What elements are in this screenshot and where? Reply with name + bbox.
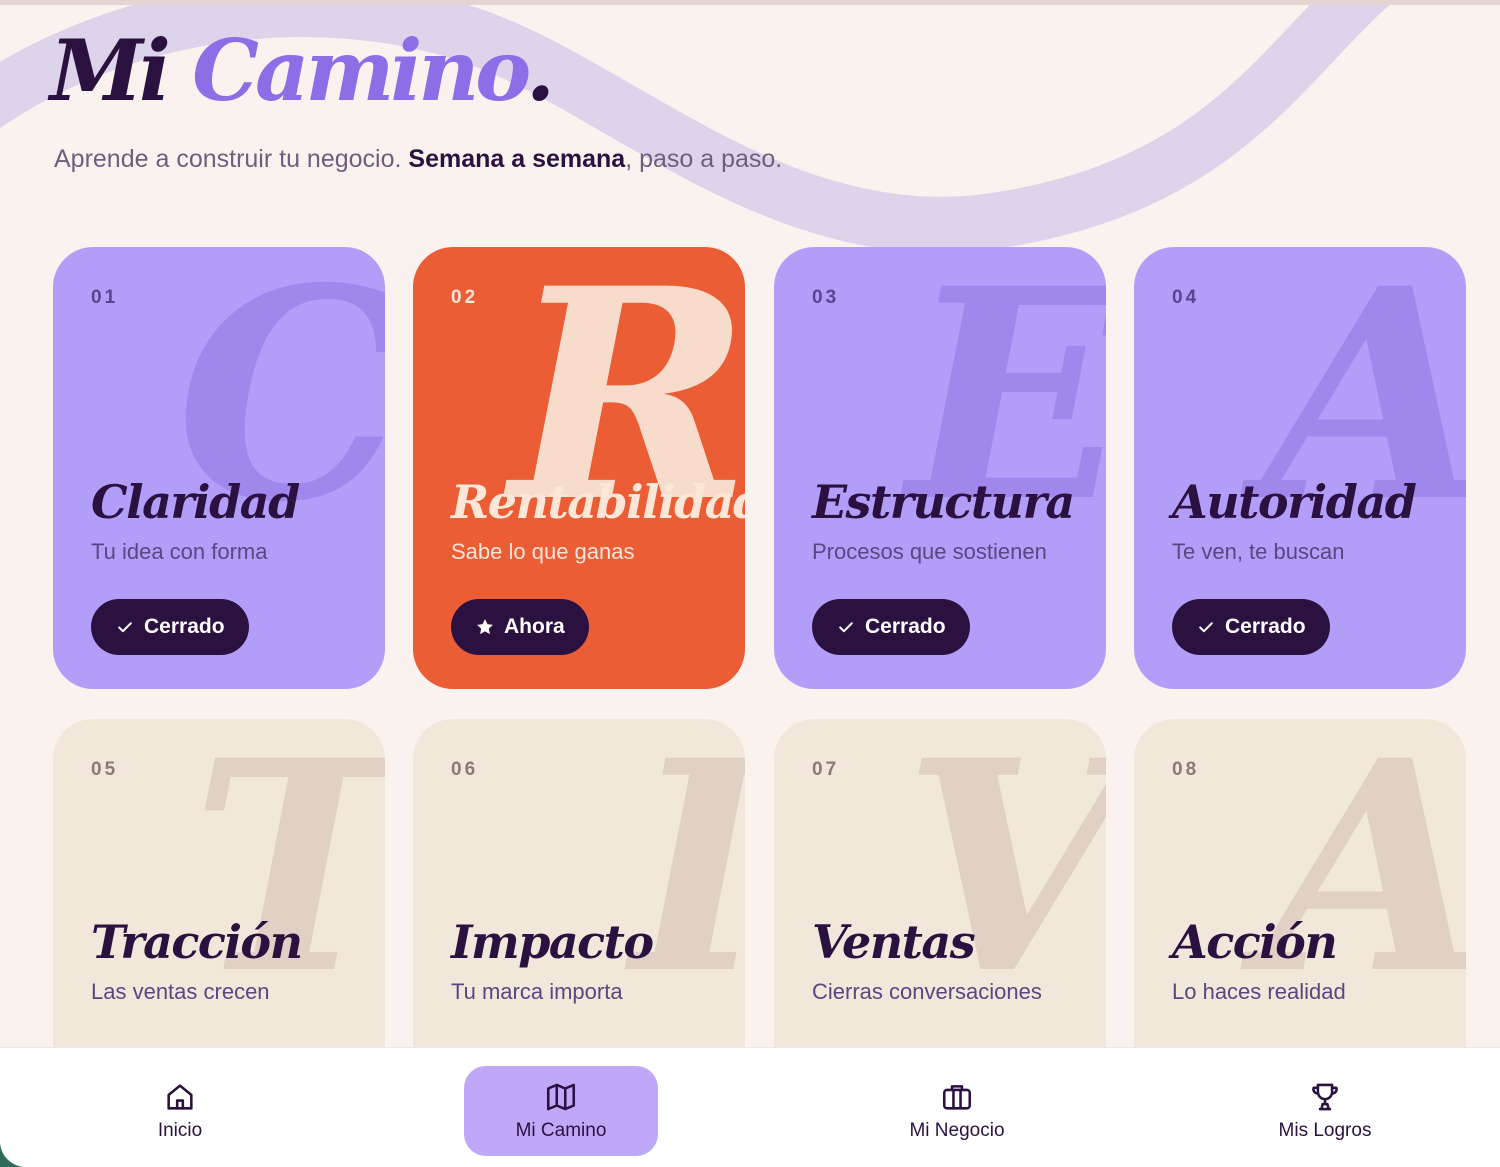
status-badge-current[interactable]: Ahora xyxy=(451,599,589,655)
map-icon xyxy=(546,1083,576,1111)
page-subtitle: Aprende a construir tu negocio. Semana a… xyxy=(54,145,782,174)
module-subtitle: Las ventas crecen xyxy=(91,979,270,1004)
module-subtitle: Tu marca importa xyxy=(451,979,623,1004)
module-number: 05 xyxy=(91,759,119,780)
nav-label: Inicio xyxy=(157,1120,203,1141)
title-word-mi: Mi xyxy=(50,21,171,120)
module-title: Estructura xyxy=(812,475,1075,529)
subtitle-outro: , paso a paso. xyxy=(625,145,783,173)
check-icon xyxy=(1199,622,1213,633)
module-title: Autoridad xyxy=(1172,475,1417,529)
check-icon xyxy=(118,622,132,633)
subtitle-emphasis: Semana a semana xyxy=(408,145,626,173)
module-subtitle: Procesos que sostienen xyxy=(812,539,1047,564)
module-card-autoridad[interactable]: A 04 Autoridad Te ven, te buscan Cerrado xyxy=(1134,247,1466,689)
status-label: Cerrado xyxy=(144,615,225,638)
nav-label: Mi Camino xyxy=(515,1120,607,1141)
module-letter: T xyxy=(191,723,385,1013)
status-label: Cerrado xyxy=(1225,615,1306,638)
nav-label: Mi Negocio xyxy=(909,1120,1005,1141)
module-number: 06 xyxy=(451,759,479,780)
check-icon xyxy=(839,622,853,633)
status-badge-closed[interactable]: Cerrado xyxy=(91,599,249,655)
module-title: Ventas xyxy=(812,915,976,969)
module-title: Impacto xyxy=(451,915,654,969)
nav-label: Mis Logros xyxy=(1278,1120,1372,1141)
module-subtitle: Sabe lo que ganas xyxy=(451,539,635,564)
module-letter: A xyxy=(1262,719,1466,1038)
home-icon xyxy=(167,1084,193,1110)
module-number: 08 xyxy=(1172,759,1200,780)
module-subtitle: Cierras conversaciones xyxy=(812,979,1042,1004)
module-title: Tracción xyxy=(91,915,303,969)
module-number: 07 xyxy=(812,759,840,780)
module-number: 02 xyxy=(451,287,479,308)
nav-item-mis-logros[interactable]: Mis Logros xyxy=(1255,1066,1395,1156)
trophy-icon xyxy=(1312,1083,1338,1111)
module-title: Rentabilidad xyxy=(451,475,745,529)
module-number: 04 xyxy=(1172,287,1200,308)
module-title: Acción xyxy=(1172,915,1338,969)
module-letter: V xyxy=(902,719,1106,1038)
bottom-nav: Inicio Mi Camino Mi Negocio Mis Logros xyxy=(0,1047,1500,1167)
module-subtitle: Tu idea con forma xyxy=(91,539,268,564)
nav-item-inicio[interactable]: Inicio xyxy=(120,1066,240,1156)
module-subtitle: Lo haces realidad xyxy=(1172,979,1346,1004)
module-number: 01 xyxy=(91,287,119,308)
subtitle-intro: Aprende a construir tu negocio. xyxy=(54,145,409,173)
status-label: Cerrado xyxy=(865,615,946,638)
title-word-camino: Camino xyxy=(192,21,530,120)
status-label: Ahora xyxy=(504,615,565,638)
module-card-rentabilidad[interactable]: R 02 Rentabilidad Sabe lo que ganas Ahor… xyxy=(413,247,745,689)
star-icon xyxy=(477,619,493,635)
briefcase-icon xyxy=(942,1085,972,1110)
status-badge-closed[interactable]: Cerrado xyxy=(812,599,970,655)
module-letter: I xyxy=(631,723,745,1013)
module-number: 03 xyxy=(812,287,840,308)
module-card-claridad[interactable]: C 01 Claridad Tu idea con forma Cerrado xyxy=(53,247,385,689)
title-dot: . xyxy=(525,21,555,120)
nav-item-mi-negocio[interactable]: Mi Negocio xyxy=(880,1066,1034,1156)
page-title: Mi Camino. xyxy=(50,26,555,115)
app-page: Mi Camino. Aprende a construir tu negoci… xyxy=(0,0,1500,1167)
module-card-estructura[interactable]: E 03 Estructura Procesos que sostienen C… xyxy=(774,247,1106,689)
nav-item-mi-camino[interactable]: Mi Camino xyxy=(464,1066,658,1156)
module-title: Claridad xyxy=(91,475,300,529)
module-subtitle: Te ven, te buscan xyxy=(1172,539,1345,564)
status-badge-closed[interactable]: Cerrado xyxy=(1172,599,1330,655)
